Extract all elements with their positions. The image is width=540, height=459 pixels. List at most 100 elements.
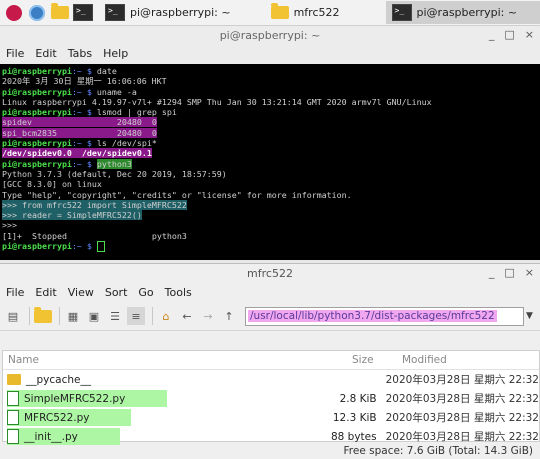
output-text: spi_bcm2835 20480 0 (2, 127, 157, 138)
text-cursor (96, 241, 105, 253)
taskbar-task-file-manager[interactable]: mfrc522 (265, 1, 346, 24)
prompt-user: pi@raspberrypi (2, 86, 72, 97)
path-text: /usr/local/lib/python3.7/dist-packages/m… (248, 310, 497, 322)
file-size: 12.3 KiB (332, 411, 377, 424)
maximize-button[interactable]: □ (504, 266, 514, 279)
terminal-line: Linux raspberrypi 4.19.97-v7l+ #1294 SMP… (2, 97, 540, 107)
prompt-user: pi@raspberrypi (2, 138, 72, 149)
file-row[interactable]: SimpleMFRC522.py 2.8 KiB 2020年03月28日 星期六 2… (3, 389, 539, 408)
menu-help[interactable]: Help (103, 47, 128, 60)
file-name-cell: SimpleMFRC522.py (3, 390, 330, 407)
path-input[interactable]: /usr/local/lib/python3.7/dist-packages/m… (245, 306, 524, 326)
window-title: mfrc522 (247, 266, 293, 280)
terminal-line: pi@raspberrypi:~ $ python3 (2, 158, 540, 169)
maximize-button[interactable]: □ (504, 28, 514, 41)
output-text: /dev/spidev0.0 /dev/spidev0.1 (2, 148, 152, 159)
terminal-line: pi@raspberrypi:~ $ lsmod | grep spi (2, 107, 540, 117)
file-list: Name Size Modified __pycache__ 2020年03月28… (2, 350, 540, 445)
home-icon[interactable]: ⌂ (157, 307, 175, 325)
back-arrow-icon[interactable]: ← (178, 307, 196, 325)
path-history-dropdown-icon[interactable]: ▼ (526, 311, 540, 321)
window-title: pi@raspberrypi: ~ (219, 28, 321, 42)
file-size: 88 bytes (330, 430, 377, 443)
taskbar-task-terminal-1[interactable]: pi@raspberrypi: ~ (99, 1, 237, 24)
close-button[interactable]: × (525, 266, 534, 279)
terminal-icon (105, 4, 125, 21)
file-manager-window: mfrc522 _ □ × File Edit View Sort Go Too… (0, 263, 540, 459)
prompt-path: :~ $ (71, 66, 97, 76)
file-row[interactable]: __pycache__ 2020年03月28日 星期六 22:32 (3, 370, 539, 389)
task-label: pi@raspberrypi: ~ (130, 6, 231, 19)
terminal-titlebar[interactable]: pi@raspberrypi: ~ _ □ × (0, 26, 540, 44)
terminal-window: pi@raspberrypi: ~ _ □ × File Edit Tabs H… (0, 26, 540, 260)
terminal-line: /dev/spidev0.0 /dev/spidev0.1 (2, 148, 540, 159)
compact-view-icon[interactable]: ☰ (106, 307, 124, 325)
column-header-name[interactable]: Name (3, 354, 352, 366)
prompt-path: :~ $ (71, 107, 97, 118)
thumbnail-view-icon[interactable]: ▣ (85, 307, 103, 325)
menu-edit[interactable]: Edit (35, 286, 56, 299)
terminal-line: pi@raspberrypi:~ $ ls /dev/spi* (2, 138, 540, 148)
terminal-icon (391, 4, 412, 21)
file-modified: 2020年03月28日 星期六 22:32 (385, 374, 539, 386)
file-size: 2.8 KiB (339, 392, 377, 405)
output-text: Type "help", "copyright", "credits" or "… (2, 189, 352, 200)
output-text: [1]+ Stopped python3 (2, 230, 187, 241)
output-text: Python 3.7.3 (default, Dec 20 2019, 18:5… (2, 168, 227, 179)
menu-sort[interactable]: Sort (105, 286, 128, 299)
raspberry-menu-icon[interactable] (4, 4, 23, 22)
column-header-size[interactable]: Size (352, 354, 402, 366)
output-text: >>> from mfrc522 import SimpleMFRC522 (2, 199, 187, 210)
terminal-line: Type "help", "copyright", "credits" or "… (2, 190, 540, 200)
output-text: >>> (2, 220, 17, 231)
file-name: __pycache__ (26, 373, 91, 386)
file-manager-toolbar: ▤ ▦ ▣ ☰ ≡ ⌂ ← → ↑ /usr/local/lib/python3… (0, 302, 540, 331)
file-row[interactable]: MFRC522.py 12.3 KiB 2020年03月28日 星期六 22:32 (3, 408, 539, 427)
command-text: uname -a (96, 86, 137, 97)
sidebar-toggle-icon[interactable]: ▤ (4, 307, 22, 325)
command-text: lsmod | grep spi (96, 107, 177, 118)
close-button[interactable]: × (525, 28, 534, 41)
terminal-line: spi_bcm2835 20480 0 (2, 127, 540, 138)
menu-tools[interactable]: Tools (165, 286, 192, 299)
terminal-line: >>> reader = SimpleMFRC522() (2, 210, 540, 221)
menu-file[interactable]: File (6, 47, 24, 60)
menu-edit[interactable]: Edit (35, 47, 56, 60)
file-name-cell: MFRC522.py (3, 409, 330, 426)
prompt-user: pi@raspberrypi (2, 107, 72, 118)
output-text: spidev 20480 0 (2, 117, 157, 128)
terminal-line: pi@raspberrypi:~ $ date (2, 66, 540, 76)
detailed-list-view-icon[interactable]: ≡ (127, 307, 145, 325)
column-header-modified[interactable]: Modified (402, 354, 539, 366)
terminal-line: Python 3.7.3 (default, Dec 20 2019, 18:5… (2, 169, 540, 179)
toolbar-separator (59, 307, 60, 325)
terminal-launcher-icon[interactable] (73, 4, 93, 22)
toolbar-separator (152, 307, 153, 325)
web-browser-icon[interactable] (27, 4, 46, 22)
prompt-path: :~ $ (71, 86, 97, 97)
file-manager-titlebar[interactable]: mfrc522 _ □ × (0, 264, 540, 282)
menu-go[interactable]: Go (138, 286, 153, 299)
minimize-button[interactable]: _ (489, 266, 495, 279)
minimize-button[interactable]: _ (489, 28, 495, 41)
taskbar-task-terminal-2[interactable]: pi@raspberrypi: ~ (385, 1, 540, 24)
menu-tabs[interactable]: Tabs (68, 47, 92, 60)
icon-view-icon[interactable]: ▦ (64, 307, 82, 325)
menu-view[interactable]: View (68, 286, 94, 299)
up-arrow-icon[interactable]: ↑ (220, 307, 238, 325)
terminal-line: >>> from mfrc522 import SimpleMFRC522 (2, 199, 540, 210)
file-modified: 2020年03月28日 星期六 22:32 (385, 412, 539, 424)
prompt-path: :~ $ (71, 138, 97, 149)
terminal-output[interactable]: pi@raspberrypi:~ $ date 2020年 3月 30日 星期一 … (0, 64, 540, 260)
output-text: >>> reader = SimpleMFRC522() (2, 210, 142, 221)
menu-file[interactable]: File (6, 286, 24, 299)
forward-arrow-icon[interactable]: → (199, 307, 217, 325)
prompt-user: pi@raspberrypi (2, 158, 72, 169)
new-folder-icon[interactable] (34, 306, 52, 325)
prompt-path: :~ $ (71, 158, 97, 169)
python-file-icon (7, 391, 19, 406)
terminal-line: [GCC 8.3.0] on linux (2, 179, 540, 189)
status-bar: Free space: 7.6 GiB (Total: 14.3 GiB) (0, 442, 540, 459)
file-manager-launcher-icon[interactable] (50, 3, 69, 22)
terminal-line: [1]+ Stopped python3 (2, 231, 540, 241)
